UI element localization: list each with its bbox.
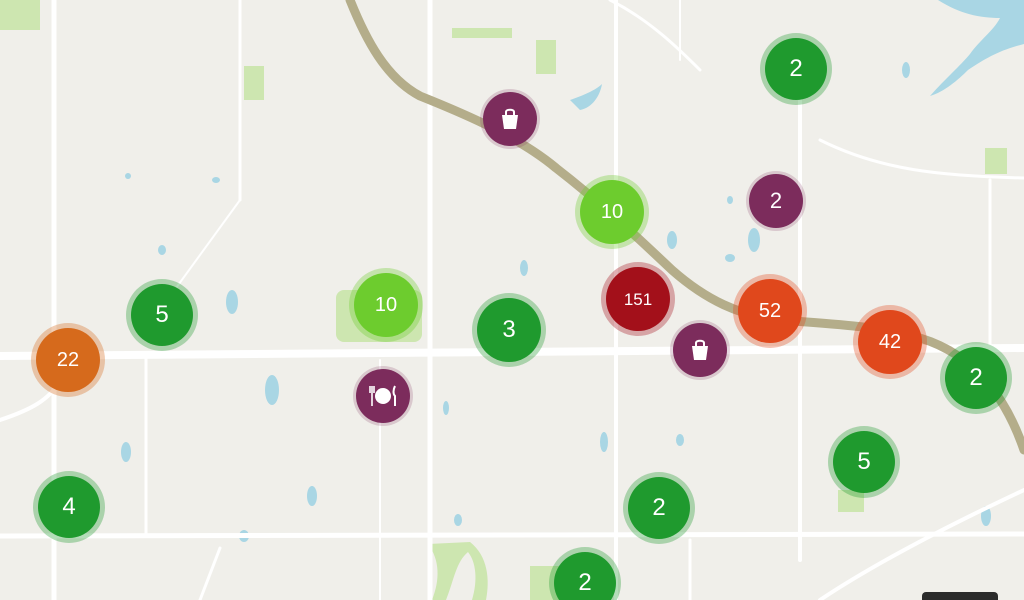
cluster-count: 10 bbox=[374, 294, 398, 316]
cluster-count: 4 bbox=[62, 493, 76, 520]
shopping-bag-icon bbox=[692, 339, 708, 360]
poi-count-marker[interactable]: 2 bbox=[749, 174, 803, 228]
cluster-marker[interactable]: 52 bbox=[738, 279, 802, 343]
cluster-marker[interactable]: 2 bbox=[945, 347, 1007, 409]
cluster-count: 5 bbox=[857, 448, 871, 475]
restaurant-poi-marker[interactable] bbox=[356, 369, 410, 423]
cluster-marker[interactable]: 10 bbox=[354, 273, 418, 337]
cluster-marker[interactable]: 5 bbox=[833, 431, 895, 493]
cluster-count: 10 bbox=[600, 201, 624, 223]
fork-knife-icon bbox=[369, 385, 396, 406]
cluster-count: 5 bbox=[155, 301, 169, 328]
cluster-count: 2 bbox=[969, 364, 983, 391]
shopping-poi-marker[interactable] bbox=[483, 92, 537, 146]
cluster-marker[interactable]: 22 bbox=[36, 328, 100, 392]
cluster-marker[interactable]: 10 bbox=[580, 180, 644, 244]
map-view[interactable]: 2 10 10 5 3 151 52 42 22 2 5 4 2 2 2 bbox=[0, 0, 1024, 600]
map-control[interactable] bbox=[922, 592, 998, 600]
cluster-count: 52 bbox=[758, 300, 782, 322]
cluster-count: 22 bbox=[56, 349, 80, 371]
cluster-marker[interactable]: 151 bbox=[606, 267, 670, 331]
cluster-marker[interactable]: 3 bbox=[477, 298, 541, 362]
cluster-marker[interactable]: 2 bbox=[628, 477, 690, 539]
cluster-count: 2 bbox=[789, 55, 803, 82]
cluster-marker[interactable]: 5 bbox=[131, 284, 193, 346]
cluster-count: 42 bbox=[878, 331, 902, 353]
cluster-marker[interactable]: 42 bbox=[858, 310, 922, 374]
shopping-poi-marker[interactable] bbox=[673, 323, 727, 377]
cluster-count: 3 bbox=[502, 316, 516, 343]
cluster-marker[interactable]: 4 bbox=[38, 476, 100, 538]
shopping-bag-icon bbox=[502, 108, 518, 129]
cluster-count: 2 bbox=[578, 569, 592, 596]
cluster-count: 2 bbox=[652, 494, 666, 521]
cluster-marker[interactable]: 2 bbox=[765, 38, 827, 100]
cluster-count: 151 bbox=[623, 289, 653, 309]
poi-count: 2 bbox=[769, 188, 783, 213]
